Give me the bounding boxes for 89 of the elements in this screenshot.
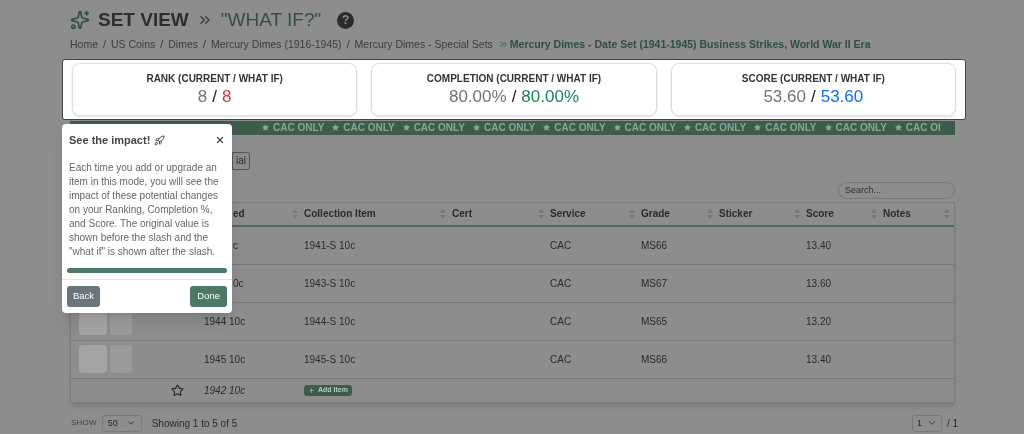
star-icon: [262, 124, 269, 132]
current-value: 8: [197, 85, 208, 108]
score-cell-text: 13.60: [806, 276, 833, 291]
slot-cell: 1945 10c: [204, 353, 246, 365]
star-icon: [894, 124, 902, 132]
column-header[interactable]: Service: [550, 206, 586, 222]
breadcrumb-link[interactable]: US Coins: [110, 37, 156, 53]
breadcrumb-separator: /: [203, 37, 206, 52]
breadcrumb-link[interactable]: Home: [70, 37, 98, 53]
banner-text: CAC ONLY: [554, 121, 606, 136]
score-cell-text: 13.40: [806, 238, 833, 253]
banner-text: CAC ONLY: [835, 121, 887, 136]
score-cell-text: 13.20: [806, 314, 833, 329]
current-value: 80.00%: [448, 85, 507, 108]
star-icon: [613, 124, 621, 132]
plus-icon: [308, 386, 315, 394]
page-title: SET VIEW: [98, 7, 189, 32]
search-field[interactable]: Search...: [838, 181, 955, 199]
mode-title: "WHAT IF?": [220, 7, 322, 32]
help-icon[interactable]: ?: [337, 11, 355, 29]
rocket-icon: [154, 134, 166, 146]
grade-cell-text: MS66: [641, 352, 669, 367]
what-if-value: 53.60: [820, 85, 864, 108]
banner-text: CAC ONLY: [273, 121, 325, 136]
sparkle-icon: [70, 10, 90, 30]
column-header[interactable]: Collection Item: [304, 206, 376, 222]
popover-title: See the impact!: [69, 133, 151, 148]
slash: /: [212, 85, 218, 108]
popover-body: Each time you add or upgrade an item in this mode, you will see the impact of these potential changes on your Ranking, Completion %, and Score. The original value is shown before the slash and the "what if" is shown after the slash.: [68, 160, 220, 259]
service-cell-text: CAC: [550, 352, 573, 367]
slot-cell: c: [233, 239, 238, 251]
slash: /: [511, 85, 517, 108]
column-header[interactable]: Notes: [883, 206, 911, 222]
stat-label: SCORE (CURRENT / WHAT IF): [741, 71, 885, 86]
grade-cell-text: MS66: [641, 238, 669, 253]
service-cell-text: CAC: [550, 238, 573, 253]
slot-cell: 0c: [233, 277, 244, 289]
breadcrumb-current: Mercury Dimes - Date Set (1941-1945) Business Strikes, World War II Era: [509, 37, 871, 52]
star-icon: [402, 124, 410, 132]
star-icon: [472, 124, 480, 132]
breadcrumb-separator: /: [346, 37, 350, 52]
what-if-value: 80.00%: [521, 85, 580, 108]
column-header[interactable]: Grade: [641, 206, 670, 222]
item-cell-text: 1944-S 10c: [304, 314, 357, 329]
column-header[interactable]: Sticker: [719, 206, 753, 222]
banner-text: CAC ONLY: [765, 121, 817, 136]
stat-label: RANK (CURRENT / WHAT IF): [146, 71, 283, 86]
page-total: / 1: [946, 416, 958, 431]
banner-text: CAC ONLY: [694, 121, 747, 136]
service-cell-text: CAC: [550, 314, 573, 329]
star-icon: [824, 124, 832, 132]
item-cell-text: 1945-S 10c: [304, 352, 357, 367]
banner-text: CAC ONLY: [343, 121, 395, 136]
current-value: 53.60: [763, 85, 806, 108]
breadcrumb-separator: /: [103, 37, 106, 52]
star-icon: [332, 124, 340, 132]
breadcrumb-link[interactable]: Mercury Dimes (1916-1945): [210, 37, 342, 53]
breadcrumb-separator: /: [160, 37, 164, 52]
close-icon[interactable]: [215, 135, 225, 146]
column-header[interactable]: Cert: [452, 206, 472, 222]
service-cell-text: CAC: [550, 276, 573, 291]
banner-text: CAC ONLY: [624, 121, 676, 136]
done-button[interactable]: Done: [190, 286, 227, 307]
breadcrumb-link[interactable]: Mercury Dimes - Special Sets: [354, 37, 493, 53]
banner-text: CAC OI: [905, 121, 941, 136]
breadcrumb-link[interactable]: Dimes: [168, 37, 198, 53]
slash: /: [810, 85, 816, 108]
showing-summary: Showing 1 to 5 of 5: [151, 416, 238, 431]
show-label: SHOW: [71, 417, 97, 430]
banner-text: CAC ONLY: [413, 121, 465, 136]
star-icon: [754, 124, 762, 132]
star-icon[interactable]: [171, 383, 184, 397]
item-cell-text: 1943-S 10c: [304, 276, 357, 291]
grade-cell-text: MS67: [641, 276, 669, 291]
stat-label: COMPLETION (CURRENT / WHAT IF): [426, 71, 602, 86]
slot-cell-text: 1942 10c: [204, 383, 247, 398]
back-button[interactable]: Back: [67, 286, 101, 307]
page-size-select[interactable]: 50: [101, 414, 142, 432]
column-header[interactable]: ed: [233, 206, 245, 222]
banner-text: CAC ONLY: [483, 121, 536, 136]
what-if-value: 8: [222, 85, 232, 108]
grade-cell-text: MS65: [641, 314, 669, 329]
page-select[interactable]: 1: [911, 414, 942, 432]
column-header[interactable]: Score: [806, 206, 834, 222]
item-cell-text: 1941-S 10c: [304, 238, 357, 253]
star-icon: [543, 124, 551, 132]
score-cell-text: 13.40: [806, 352, 833, 367]
slot-cell: 1944 10c: [204, 315, 246, 327]
star-icon: [683, 124, 691, 132]
